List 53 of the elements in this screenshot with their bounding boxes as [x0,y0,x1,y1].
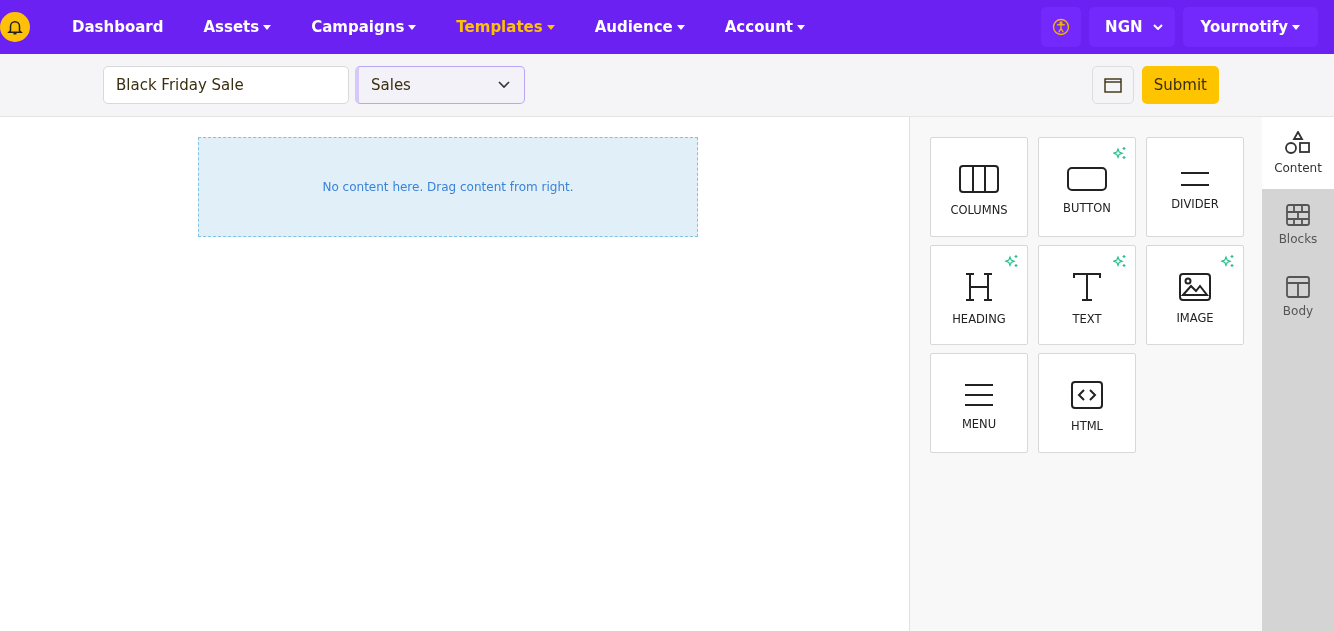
tile-label: BUTTON [1063,201,1111,215]
divider-icon [1180,171,1210,187]
nav-link[interactable]: Templates [456,18,555,36]
side-tab[interactable]: Blocks [1262,189,1334,261]
columns-icon [959,165,999,193]
currency-select[interactable]: NGN [1089,7,1175,47]
heading-icon [964,272,994,302]
chevron-down-icon [498,81,510,89]
menu-icon [964,383,994,407]
side-tab[interactable]: Body [1262,261,1334,333]
content-tool-tile[interactable]: MENU [930,353,1028,453]
image-icon [1179,273,1211,301]
content-tool-tile[interactable]: HTML [1038,353,1136,453]
shapes-icon [1285,131,1311,155]
content-tool-tile[interactable]: IMAGE [1146,245,1244,345]
tile-label: DIVIDER [1171,197,1219,211]
bell-logo-icon[interactable] [0,12,30,42]
code-icon [1071,381,1103,409]
category-select[interactable]: Sales [355,66,525,104]
tile-label: IMAGE [1176,311,1214,325]
window-icon [1103,77,1122,93]
content-tool-tile[interactable]: BUTTON [1038,137,1136,237]
button-shape-icon [1067,167,1107,191]
preview-button[interactable] [1091,66,1134,104]
content-tool-tile[interactable]: COLUMNS [930,137,1028,237]
side-tab-label: Body [1282,304,1314,318]
side-tab-label: Blocks [1278,232,1318,246]
tile-label: TEXT [1072,312,1102,326]
nav-link[interactable]: Dashboard [72,18,164,36]
text-icon [1072,272,1102,302]
tile-label: HEADING [952,312,1006,326]
accessibility-button[interactable] [1041,7,1082,47]
template-name-field[interactable]: Black Friday Sale [103,66,349,104]
tile-label: MENU [961,417,997,431]
caret-icon [1292,24,1300,30]
chevron-down-icon [1152,24,1163,30]
nav-link[interactable]: Assets [203,18,272,36]
accessibility-icon [1052,18,1071,36]
empty-drop-zone: No content here. Drag content from right. [198,137,698,237]
tile-label: HTML [1071,419,1103,433]
content-tool-tile[interactable]: TEXT [1038,245,1136,345]
submit-button[interactable]: Submit [1141,66,1219,104]
nav-link[interactable]: Campaigns [311,18,417,36]
tile-label: COLUMNS [950,203,1008,217]
layout-icon [1286,276,1310,298]
nav-link[interactable]: Audience [594,18,685,36]
bricks-icon [1286,204,1310,226]
user-menu[interactable]: Yournotify [1182,7,1318,47]
content-tool-tile[interactable]: DIVIDER [1146,137,1244,237]
content-tool-tile[interactable]: HEADING [930,245,1028,345]
side-tab-label: Content [1274,161,1322,175]
side-tab[interactable]: Content [1262,117,1334,189]
nav-link[interactable]: Account [724,18,805,36]
